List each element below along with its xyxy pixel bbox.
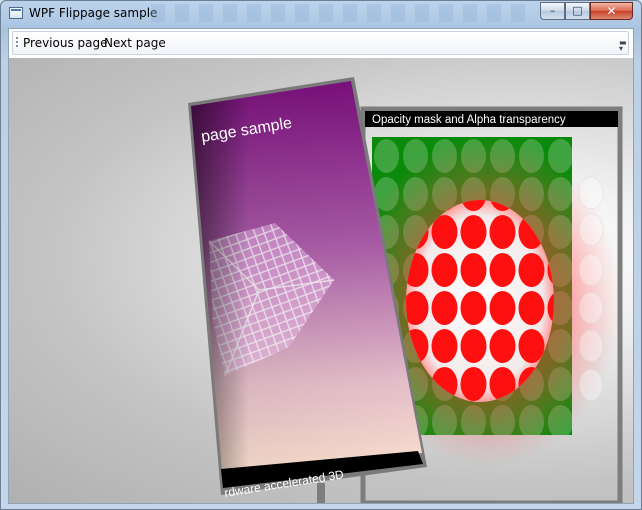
toolbar-overflow-icon[interactable]: ▬ ▾ xyxy=(619,39,627,53)
flip-page-viewport[interactable]: Opacity mask and Alpha transparency rdwa… xyxy=(9,58,633,503)
aero-glass-reflection xyxy=(151,4,531,22)
flip-book-scene: Opacity mask and Alpha transparency rdwa… xyxy=(188,77,623,503)
toolbar-grip-handle[interactable] xyxy=(16,37,18,49)
close-button[interactable]: ✕ xyxy=(590,2,633,20)
app-window: WPF Flippage sample – □ ✕ Previous page … xyxy=(0,0,642,510)
app-icon xyxy=(9,7,23,19)
client-area: Previous page Next page ▬ ▾ Opacity mask… xyxy=(8,28,634,504)
back-page-banner: Opacity mask and Alpha transparency xyxy=(372,114,566,126)
next-page-button[interactable]: Next page xyxy=(104,36,166,50)
minimize-button[interactable]: – xyxy=(540,2,565,20)
toolbar: Previous page Next page ▬ ▾ xyxy=(12,31,629,55)
maximize-button[interactable]: □ xyxy=(565,2,590,20)
previous-page-button[interactable]: Previous page xyxy=(23,36,108,50)
title-bar[interactable]: WPF Flippage sample – □ ✕ xyxy=(1,1,641,27)
window-title: WPF Flippage sample xyxy=(29,6,158,20)
caption-buttons: – □ ✕ xyxy=(540,2,633,20)
